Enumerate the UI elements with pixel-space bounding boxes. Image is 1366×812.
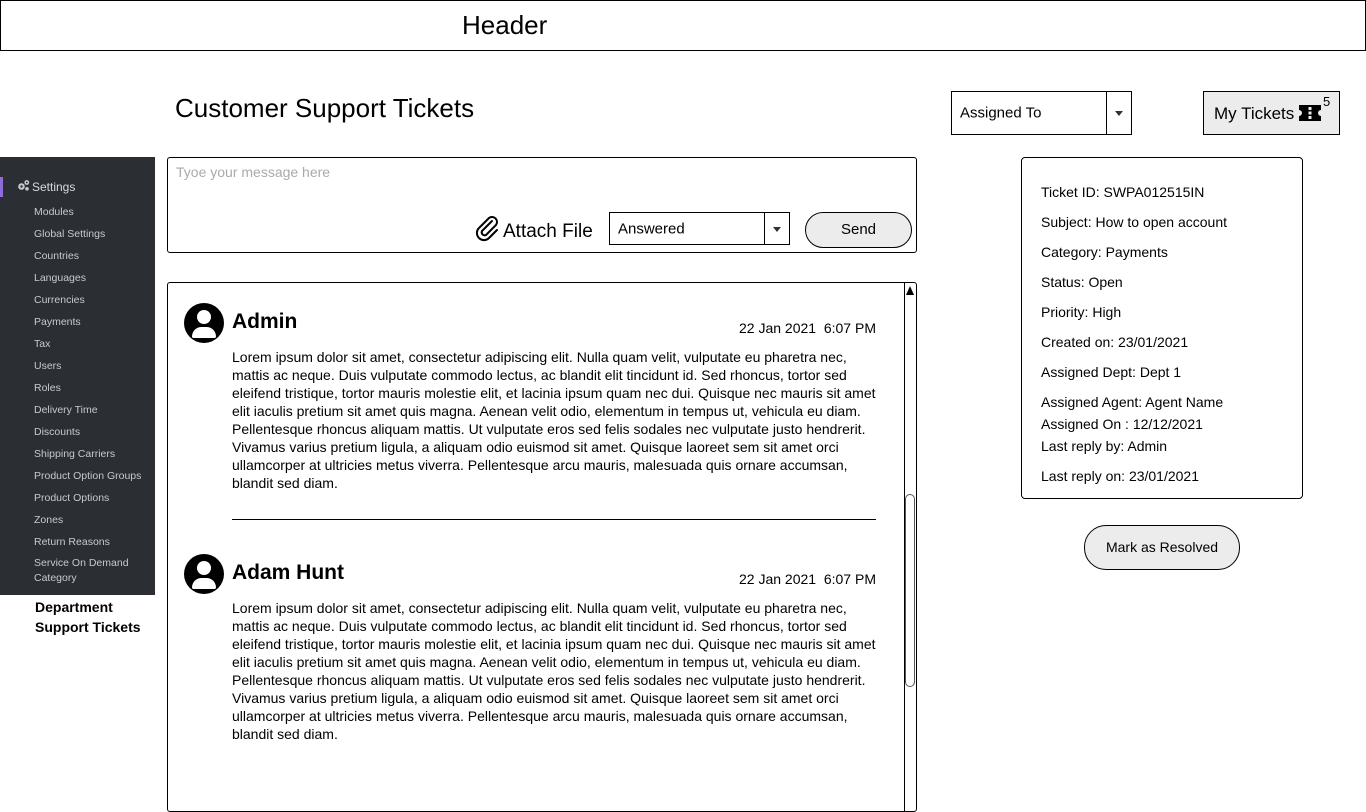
sidebar-item-delivery-time[interactable]: Delivery Time: [34, 402, 144, 424]
message-input[interactable]: Tyoe your message here: [176, 164, 330, 180]
sidebar-item-users[interactable]: Users: [34, 358, 144, 380]
send-button[interactable]: Send: [805, 212, 912, 248]
sidebar-item-global-settings[interactable]: Global Settings: [34, 226, 144, 248]
ticket-status: Status: Open: [1041, 274, 1123, 290]
sidebar-item-currencies[interactable]: Currencies: [34, 292, 144, 314]
ticket-last-reply-by: Last reply by: Admin: [1041, 438, 1168, 454]
sidebar-item-settings[interactable]: Settings: [0, 177, 155, 197]
ticket-info-card: Ticket ID: SWPA012515IN Subject: How to …: [1021, 157, 1303, 499]
ticket-status-select[interactable]: Answered: [609, 212, 790, 245]
paperclip-icon: [475, 216, 498, 242]
my-tickets-count: 5: [1323, 94, 1331, 109]
sidebar-settings-label: Settings: [32, 180, 76, 194]
message-author: Admin: [232, 310, 298, 333]
scroll-up-icon[interactable]: [906, 286, 914, 295]
my-tickets-label: My Tickets: [1214, 104, 1295, 123]
ticket-icon: [1299, 105, 1321, 121]
ticket-assigned-agent: Assigned Agent: Agent Name: [1041, 394, 1224, 410]
message-item: Adam Hunt 22 Jan 2021 6:07 PM Lorem ipsu…: [184, 554, 876, 794]
sidebar-item-payments[interactable]: Payments: [34, 314, 144, 336]
sidebar-item-discounts[interactable]: Discounts: [34, 424, 144, 446]
message-timestamp: 22 Jan 2021 6:07 PM: [739, 571, 876, 587]
avatar-icon: [184, 554, 224, 594]
avatar-icon: [184, 303, 224, 343]
sidebar-item-product-option-groups[interactable]: Product Option Groups: [34, 468, 144, 490]
sidebar-item-modules[interactable]: Modules: [34, 204, 144, 226]
sidebar: Settings Modules Global Settings Countri…: [0, 157, 155, 595]
ticket-priority: Priority: High: [1041, 304, 1122, 320]
sidebar-item-languages[interactable]: Languages: [34, 270, 144, 292]
assigned-to-value: Assigned To: [960, 104, 1042, 122]
sidebar-item-return-reasons[interactable]: Return Reasons: [34, 534, 144, 556]
my-tickets-button[interactable]: My Tickets 5: [1203, 91, 1340, 135]
page-title: Customer Support Tickets: [175, 93, 475, 123]
gears-icon: [18, 180, 30, 191]
message-item: Admin 22 Jan 2021 6:07 PM Lorem ipsum do…: [184, 303, 876, 543]
attach-file-label: Attach File: [503, 221, 593, 242]
sidebar-item-service-on-demand-category[interactable]: Service On Demand Category: [34, 556, 144, 586]
ticket-assigned-dept: Assigned Dept: Dept 1: [1041, 364, 1182, 380]
chevron-down-icon[interactable]: [764, 213, 789, 244]
assigned-to-select[interactable]: Assigned To: [951, 91, 1132, 135]
sidebar-item-countries[interactable]: Countries: [34, 248, 144, 270]
chevron-down-icon[interactable]: [1106, 92, 1131, 134]
ticket-status-value: Answered: [618, 220, 685, 237]
ticket-id: Ticket ID: SWPA012515IN: [1041, 184, 1205, 200]
message-timestamp: 22 Jan 2021 6:07 PM: [739, 320, 876, 336]
sidebar-item-zones[interactable]: Zones: [34, 512, 144, 534]
mark-as-resolved-button[interactable]: Mark as Resolved: [1084, 525, 1240, 570]
header-title: Header: [462, 10, 548, 40]
message-body: Lorem ipsum dolor sit amet, consectetur …: [232, 600, 876, 742]
ticket-category: Category: Payments: [1041, 244, 1168, 260]
ticket-last-reply-on: Last reply on: 23/01/2021: [1041, 468, 1200, 484]
sidebar-item-roles[interactable]: Roles: [34, 380, 144, 402]
ticket-created-on: Created on: 23/01/2021: [1041, 334, 1189, 350]
sidebar-menu: Modules Global Settings Countries Langua…: [34, 204, 144, 586]
message-author: Adam Hunt: [232, 561, 344, 584]
sidebar-item-department-support-tickets[interactable]: Department Support Tickets: [35, 597, 155, 637]
message-divider: [232, 519, 876, 520]
ticket-assigned-on: Assigned On : 12/12/2021: [1041, 416, 1203, 432]
scroll-thumb[interactable]: [905, 494, 915, 687]
sidebar-item-shipping-carriers[interactable]: Shipping Carriers: [34, 446, 144, 468]
ticket-subject: Subject: How to open account: [1041, 214, 1228, 230]
sidebar-item-product-options[interactable]: Product Options: [34, 490, 144, 512]
sidebar-item-tax[interactable]: Tax: [34, 336, 144, 358]
thread-scrollbar[interactable]: [904, 283, 916, 811]
message-body: Lorem ipsum dolor sit amet, consectetur …: [232, 349, 876, 491]
header-bar: Header: [0, 0, 1366, 51]
message-thread: Admin 22 Jan 2021 6:07 PM Lorem ipsum do…: [167, 282, 917, 812]
